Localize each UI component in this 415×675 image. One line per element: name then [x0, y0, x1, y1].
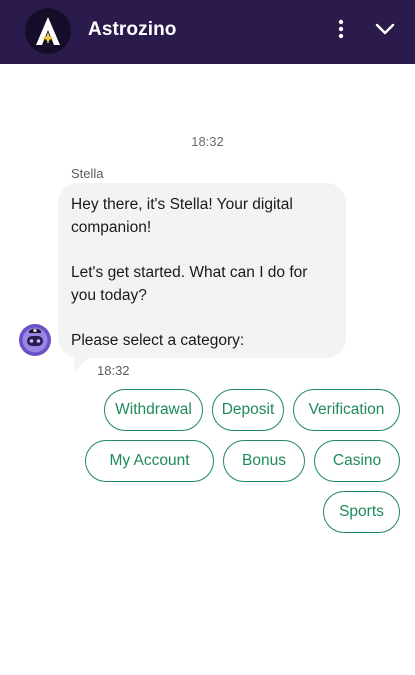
chat-widget: Astrozino 18:32 Stella Hey there, it's S…: [0, 0, 415, 675]
quick-reply-sports[interactable]: Sports: [323, 491, 400, 533]
message-line-greeting: Hey there, it's Stella! Your digital com…: [71, 196, 293, 236]
quick-reply-verification[interactable]: Verification: [293, 389, 400, 431]
brand-title: Astrozino: [88, 19, 177, 40]
quick-reply-deposit[interactable]: Deposit: [212, 389, 284, 431]
stella-avatar: [18, 323, 52, 357]
quick-reply-bonus[interactable]: Bonus: [223, 440, 305, 482]
chat-header: Astrozino: [0, 0, 415, 64]
quick-reply-casino[interactable]: Casino: [314, 440, 400, 482]
robot-avatar-icon: [19, 324, 51, 356]
astrozino-logo-icon: [36, 17, 60, 45]
bot-message-bubble: Hey there, it's Stella! Your digital com…: [58, 183, 346, 358]
minimize-chat-button[interactable]: [372, 17, 398, 41]
more-options-button[interactable]: [330, 16, 352, 42]
bubble-tail: [74, 358, 88, 372]
message-timestamp: 18:32: [97, 363, 130, 378]
brand-logo: [25, 8, 71, 54]
chevron-down-icon: [375, 23, 395, 35]
quick-reply-my-account[interactable]: My Account: [85, 440, 214, 482]
kebab-menu-icon: [338, 19, 344, 39]
message-line-select: Please select a category:: [71, 332, 245, 349]
quick-reply-withdrawal[interactable]: Withdrawal: [104, 389, 203, 431]
message-line-prompt: Let's get started. What can I do for you…: [71, 264, 308, 304]
conversation-timestamp: 18:32: [191, 134, 224, 149]
sender-name: Stella: [71, 166, 104, 181]
